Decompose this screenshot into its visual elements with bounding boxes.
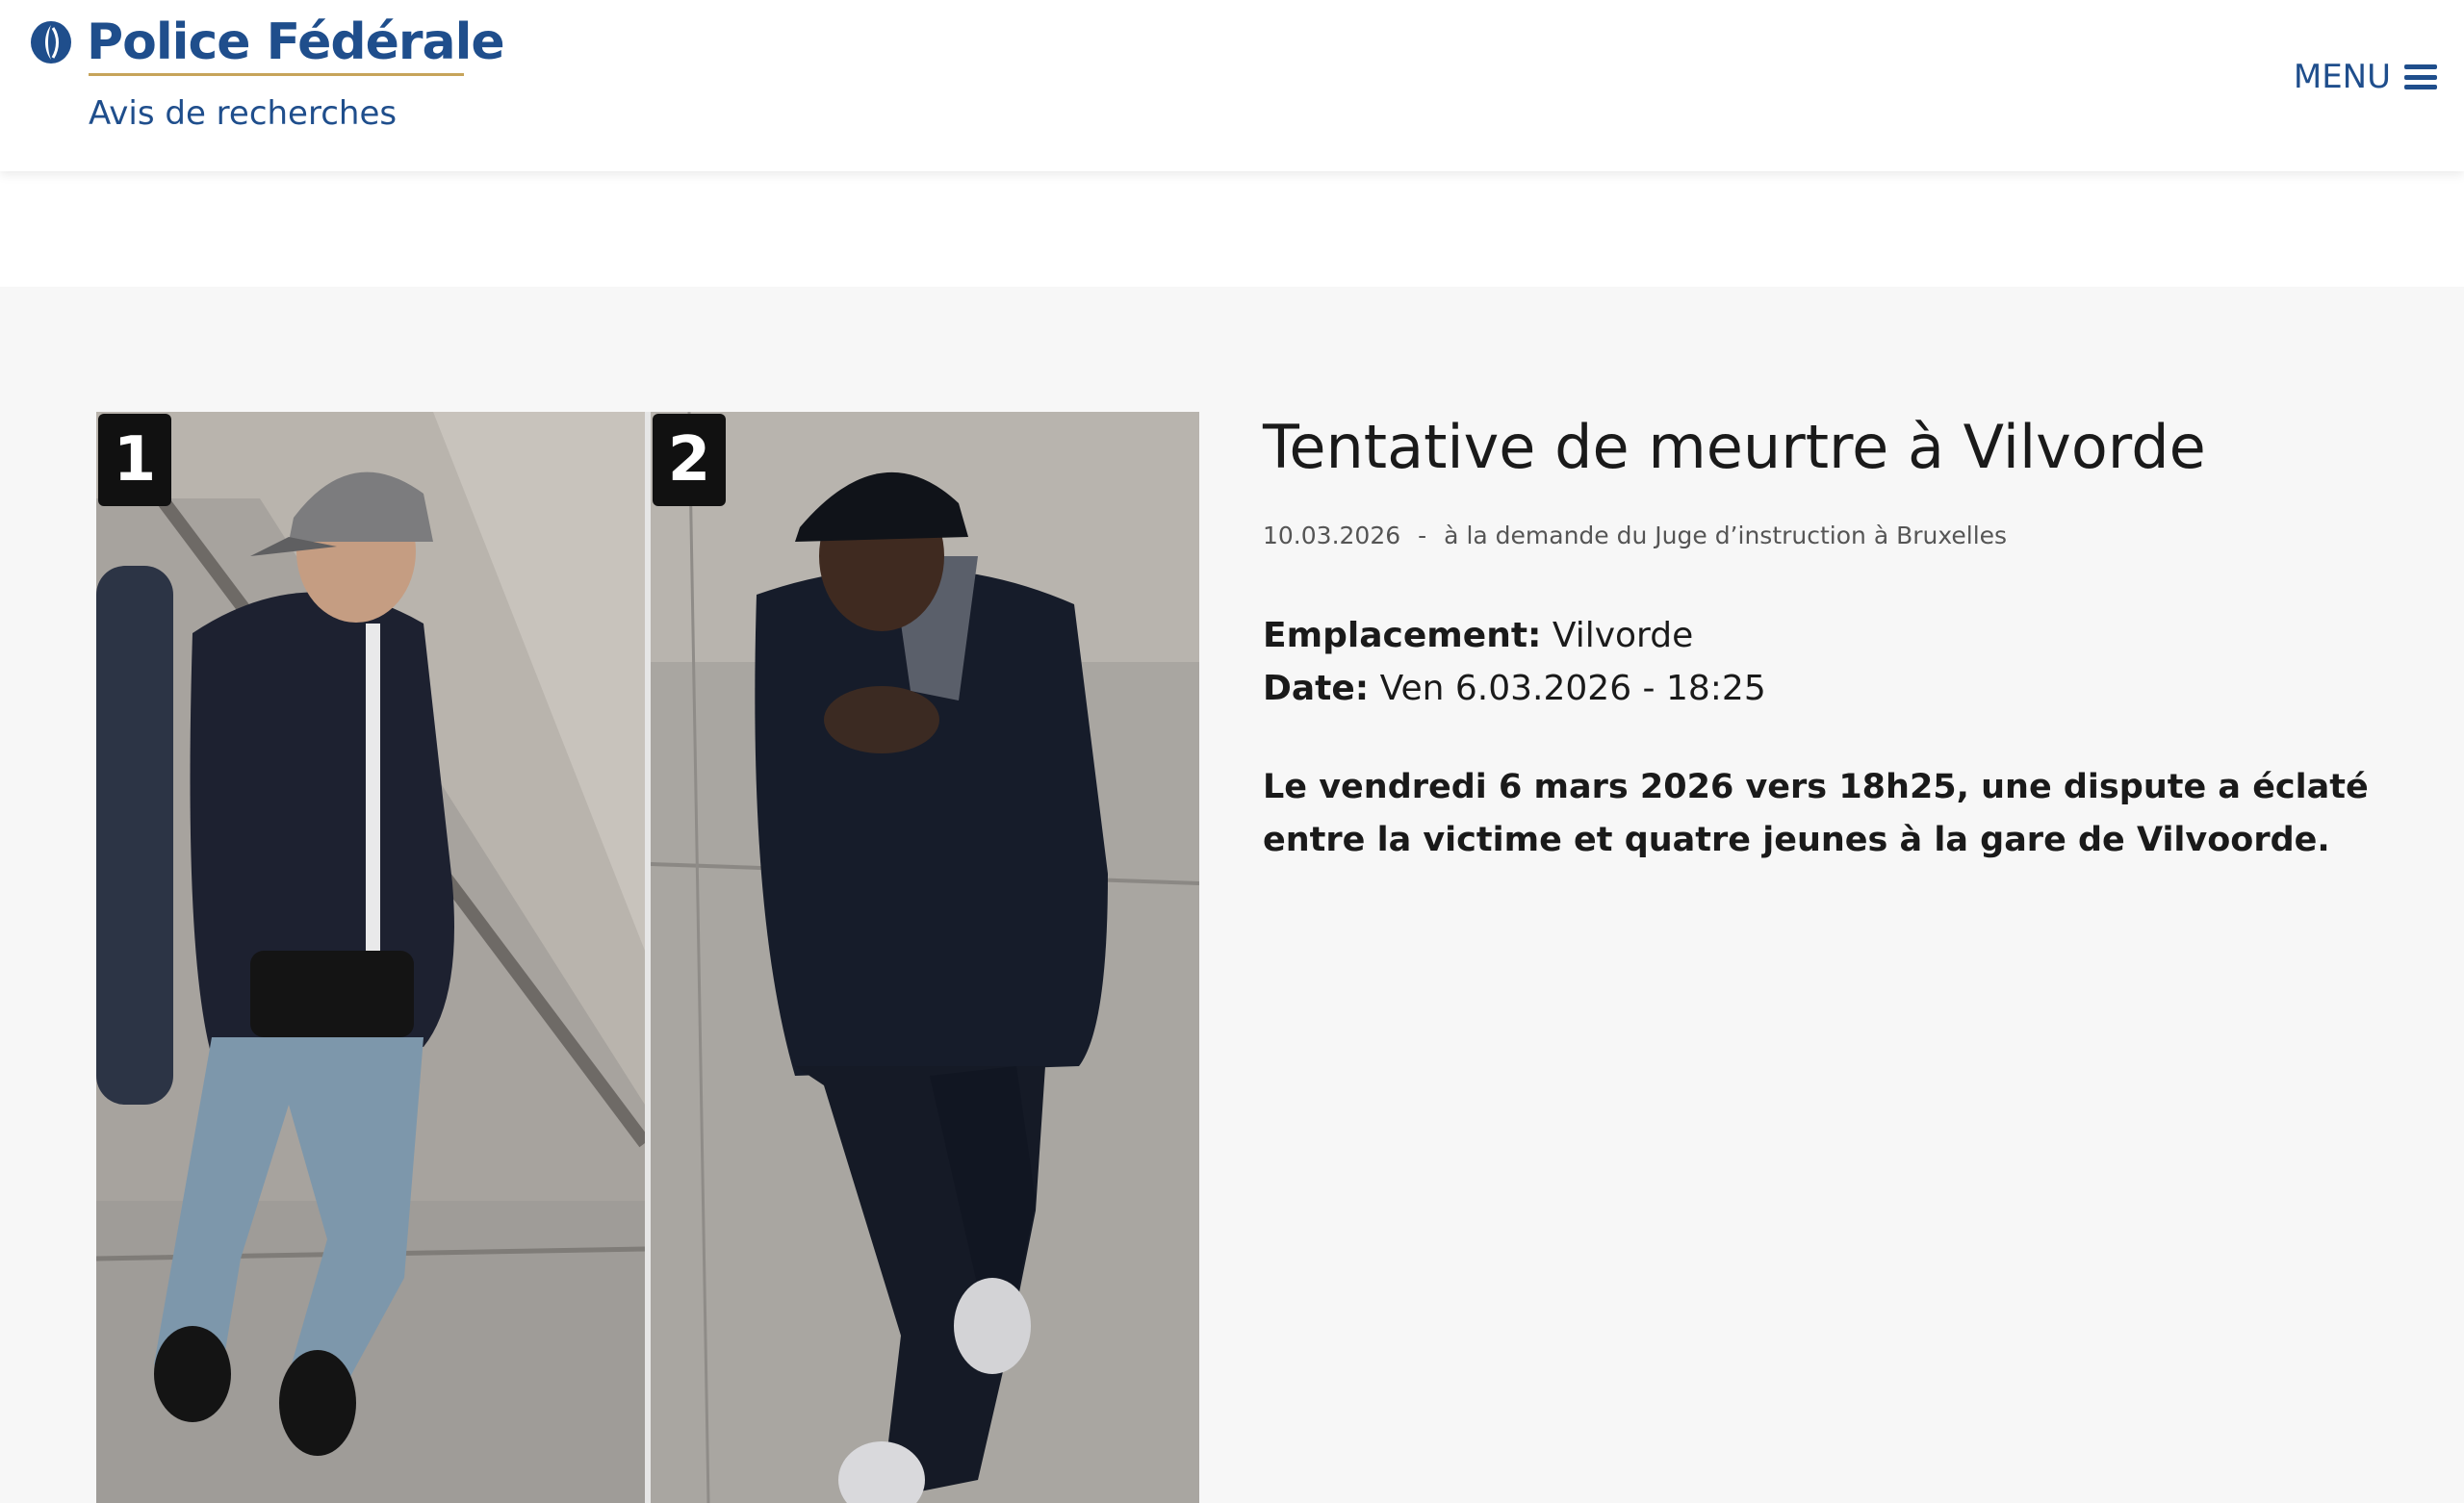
police-flame-icon — [31, 21, 71, 64]
meta-separator: - — [1418, 522, 1427, 550]
location-label: Emplacement: — [1263, 616, 1542, 656]
notice-lead: Le vendredi 6 mars 2026 vers 18h25, une … — [1263, 768, 2369, 860]
date-value: Ven 6.03.2026 - 18:25 — [1379, 669, 1766, 709]
menu-button[interactable]: MENU — [2294, 58, 2437, 96]
date-label: Date: — [1263, 669, 1370, 709]
suspect-photos[interactable]: 1 2 — [96, 412, 1199, 1503]
location-row: Emplacement: Vilvorde — [1263, 609, 2399, 662]
photo-number-badge: 1 — [98, 414, 171, 506]
notice-details: Tentative de meurtre à Vilvorde 10.03.20… — [1263, 412, 2399, 867]
logo-divider — [89, 73, 464, 76]
suspect-photo-1[interactable]: 1 — [96, 412, 645, 1503]
date-row: Date: Ven 6.03.2026 - 18:25 — [1263, 662, 2399, 715]
logo-subtitle: Avis de recherches — [89, 94, 398, 133]
content-panel: 1 2 Tentative de meurtre à Vilvorde 10.0… — [0, 287, 2464, 1503]
incident-info: Emplacement: Vilvorde Date: Ven 6.03.202… — [1263, 609, 2399, 715]
suspect-photo-2[interactable]: 2 — [651, 412, 1199, 1503]
site-header: Police Fédérale Avis de recherches MENU — [0, 0, 2464, 171]
hamburger-icon — [2404, 64, 2437, 89]
logo-title: Police Fédérale — [87, 13, 505, 71]
menu-label: MENU — [2293, 58, 2391, 96]
notice-title: Tentative de meurtre à Vilvorde — [1263, 412, 2206, 482]
notice-meta: 10.03.2026- à la demande du Juge d’instru… — [1263, 522, 2399, 549]
photo-number-badge: 2 — [653, 414, 726, 506]
publish-date: 10.03.2026 — [1263, 522, 1401, 550]
suspect-photo-2-image — [651, 412, 1199, 1503]
suspect-photo-1-image — [96, 412, 645, 1503]
location-value: Vilvorde — [1552, 616, 1694, 656]
requested-by: à la demande du Juge d’instruction à Bru… — [1444, 522, 2008, 550]
